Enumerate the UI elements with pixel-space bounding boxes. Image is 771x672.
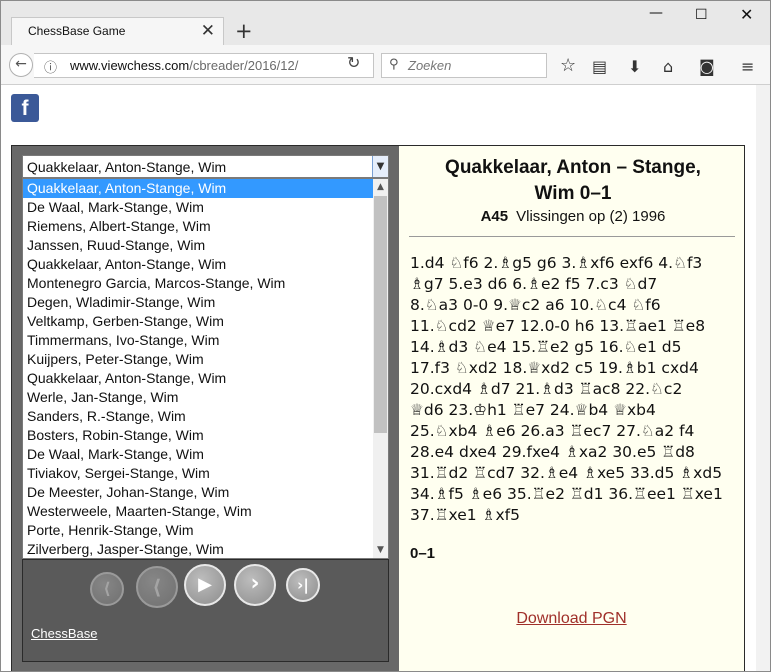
divider	[409, 236, 735, 237]
page-scrollbar[interactable]	[756, 85, 770, 671]
list-item[interactable]: De Waal, Mark-Stange, Wim	[23, 198, 373, 217]
move-line[interactable]: ♗g7 5.e3 d6 6.♗e2 f5 7.c3 ♘d7	[410, 274, 738, 295]
list-item[interactable]: Timmermans, Ivo-Stange, Wim	[23, 331, 373, 350]
reload-icon[interactable]: ↻	[347, 53, 360, 72]
move-line[interactable]: ♕d6 23.♔h1 ♖e7 24.♕b4 ♕xb4	[410, 400, 738, 421]
navigation-bar: ← ⓘ www.viewchess.com/cbreader/2016/12/ …	[1, 45, 770, 85]
info-icon[interactable]: ⓘ	[44, 57, 57, 76]
move-list: 1.d4 ♘f6 2.♗g5 g6 3.♗xf6 exf6 4.♘f3 ♗g7 …	[410, 253, 738, 526]
last-move-button[interactable]: ›|	[286, 568, 320, 602]
previous-move-button[interactable]: ⟨	[136, 566, 178, 608]
browser-tab[interactable]: ChessBase Game ✕	[11, 17, 224, 45]
move-line[interactable]: 11.♘cd2 ♕e7 12.0-0 h6 13.♖ae1 ♖e8	[410, 316, 738, 337]
scroll-up-icon[interactable]: ▲	[373, 179, 388, 195]
game-title-line1: Quakkelaar, Anton – Stange,	[445, 157, 701, 178]
tab-close-icon[interactable]: ✕	[201, 21, 215, 41]
game-title-line2: Wim 0–1	[534, 183, 612, 204]
download-icon[interactable]: ⬇	[628, 57, 641, 76]
move-line[interactable]: 1.d4 ♘f6 2.♗g5 g6 3.♗xf6 exf6 4.♘f3	[410, 253, 738, 274]
home-icon[interactable]: ⌂	[663, 57, 673, 76]
new-tab-button[interactable]: +	[235, 19, 253, 43]
reading-list-icon[interactable]: ▤	[592, 57, 607, 76]
move-line[interactable]: 31.♖d2 ♖cd7 32.♗e4 ♗xe5 33.d5 ♗xd5	[410, 463, 738, 484]
address-bar[interactable]: ⓘ www.viewchess.com/cbreader/2016/12/	[34, 53, 374, 78]
back-arrow-icon[interactable]: ←	[9, 53, 33, 77]
chessbase-link[interactable]: ChessBase	[31, 626, 97, 641]
game-viewer: Quakkelaar, Anton-Stange, Wim ▼ Quakkela…	[11, 145, 745, 671]
list-item[interactable]: Janssen, Ruud-Stange, Wim	[23, 236, 373, 255]
minimize-icon[interactable]: —	[649, 5, 663, 21]
list-item[interactable]: De Waal, Mark-Stange, Wim	[23, 445, 373, 464]
list-item[interactable]: Sanders, R.-Stange, Wim	[23, 407, 373, 426]
bookmark-star-icon[interactable]: ☆	[560, 55, 576, 76]
list-item[interactable]: Werle, Jan-Stange, Wim	[23, 388, 373, 407]
scrollbar-thumb[interactable]	[374, 196, 387, 433]
title-bar: ChessBase Game ✕ + — ☐ ✕	[1, 1, 770, 45]
move-line[interactable]: 34.♗f5 ♗e6 35.♖e2 ♖d1 36.♖ee1 ♖xe1	[410, 484, 738, 505]
search-input[interactable]: ⚲ Zoeken	[381, 53, 547, 78]
list-item[interactable]: Tiviakov, Sergei-Stange, Wim	[23, 464, 373, 483]
download-pgn-link[interactable]: Download PGN	[399, 610, 744, 628]
move-line[interactable]: 8.♘a3 0-0 9.♕c2 a6 10.♘c4 ♘f6	[410, 295, 738, 316]
search-icon: ⚲	[389, 57, 399, 72]
list-item[interactable]: Riemens, Albert-Stange, Wim	[23, 217, 373, 236]
game-listbox[interactable]: Quakkelaar, Anton-Stange, Wim De Waal, M…	[22, 178, 389, 559]
move-line[interactable]: 14.♗d3 ♘e4 15.♖e2 g5 16.♘e1 d5	[410, 337, 738, 358]
list-item[interactable]: Bosters, Robin-Stange, Wim	[23, 426, 373, 445]
tab-title: ChessBase Game	[28, 24, 126, 38]
list-item[interactable]: Porte, Henrik-Stange, Wim	[23, 521, 373, 540]
next-move-button[interactable]: ›	[234, 564, 276, 606]
game-notation-pane: Quakkelaar, Anton – Stange, Wim 0–1 A45 V…	[399, 146, 744, 671]
game-title: Quakkelaar, Anton – Stange, Wim 0–1	[411, 155, 735, 207]
browser-window: ChessBase Game ✕ + — ☐ ✕ ← ⓘ www.viewche…	[0, 0, 771, 672]
facebook-icon[interactable]: f	[11, 94, 39, 122]
first-move-button[interactable]: ⟨	[90, 572, 124, 606]
list-item[interactable]: Quakkelaar, Anton-Stange, Wim	[23, 369, 373, 388]
list-scrollbar[interactable]: ▲ ▼	[373, 179, 388, 558]
close-icon[interactable]: ✕	[740, 5, 753, 24]
pocket-icon[interactable]: ◙	[699, 57, 715, 76]
scroll-down-icon[interactable]: ▼	[373, 542, 388, 558]
game-info: A45 Vlissingen op (2) 1996	[411, 208, 735, 225]
list-item[interactable]: Degen, Wladimir-Stange, Wim	[23, 293, 373, 312]
list-item[interactable]: Montenegro Garcia, Marcos-Stange, Wim	[23, 274, 373, 293]
move-line[interactable]: 17.f3 ♘xd2 18.♕xd2 c5 19.♗b1 cxd4	[410, 358, 738, 379]
page-content: f Quakkelaar, Anton-Stange, Wim ▼ Quakke…	[1, 85, 770, 671]
list-item[interactable]: Quakkelaar, Anton-Stange, Wim	[23, 255, 373, 274]
eco-code: A45	[480, 208, 509, 225]
maximize-icon[interactable]: ☐	[695, 7, 708, 23]
event-info: Vlissingen op (2) 1996	[516, 208, 666, 225]
list-item[interactable]: Quakkelaar, Anton-Stange, Wim	[23, 179, 373, 198]
game-select[interactable]: Quakkelaar, Anton-Stange, Wim ▼	[22, 155, 389, 178]
chevron-down-icon[interactable]: ▼	[372, 156, 388, 177]
list-item[interactable]: Westerweele, Maarten-Stange, Wim	[23, 502, 373, 521]
list-item[interactable]: Veltkamp, Gerben-Stange, Wim	[23, 312, 373, 331]
game-select-value: Quakkelaar, Anton-Stange, Wim	[27, 159, 227, 175]
url-text: www.viewchess.com/cbreader/2016/12/	[70, 58, 299, 73]
move-line[interactable]: 37.♖xe1 ♗xf5	[410, 505, 738, 526]
move-line[interactable]: 20.cxd4 ♗d7 21.♗d3 ♖ac8 22.♘c2	[410, 379, 738, 400]
move-line[interactable]: 25.♘xb4 ♗e6 26.a3 ♖ec7 27.♘a2 f4	[410, 421, 738, 442]
list-item[interactable]: Kuijpers, Peter-Stange, Wim	[23, 350, 373, 369]
game-result: 0–1	[410, 545, 436, 562]
playback-controls: ⟨ ⟨ ▶ › ›| ChessBase	[22, 559, 389, 662]
play-button[interactable]: ▶	[184, 564, 226, 606]
game-list-pane: Quakkelaar, Anton-Stange, Wim ▼ Quakkela…	[12, 146, 399, 671]
menu-icon[interactable]: ≡	[741, 57, 754, 76]
list-item[interactable]: Zilverberg, Jasper-Stange, Wim	[23, 540, 373, 558]
move-line[interactable]: 28.e4 dxe4 29.fxe4 ♗xa2 30.e5 ♖d8	[410, 442, 738, 463]
list-item[interactable]: De Meester, Johan-Stange, Wim	[23, 483, 373, 502]
search-placeholder: Zoeken	[408, 58, 452, 73]
